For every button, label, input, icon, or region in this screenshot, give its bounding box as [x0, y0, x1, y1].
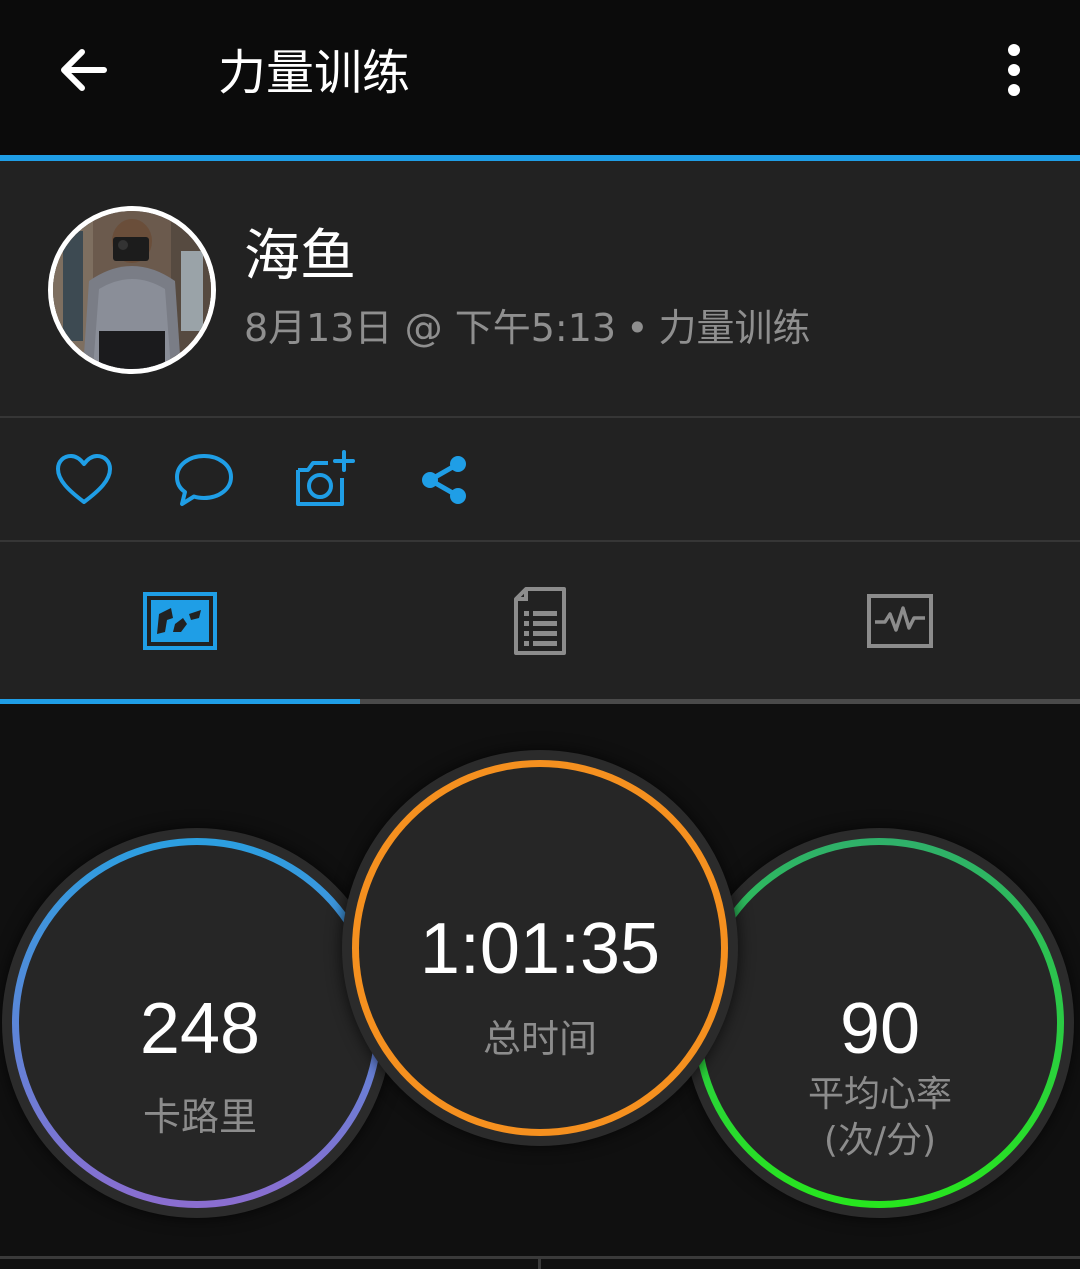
avatar-photo	[53, 211, 211, 369]
activity-date: 8月13日	[244, 306, 393, 350]
action-row	[0, 418, 1080, 540]
avg-hr-unit: (次/分)	[823, 1120, 937, 1161]
calories-label: 卡路里	[142, 1095, 257, 1139]
overview-icon	[143, 591, 217, 650]
avatar[interactable]	[48, 206, 216, 374]
like-button[interactable]	[48, 444, 120, 516]
user-name[interactable]: 海鱼	[244, 222, 356, 292]
details-list-icon	[514, 586, 566, 655]
activity-type: 力量训练	[658, 306, 811, 350]
heart-icon	[56, 454, 112, 504]
tab-charts[interactable]	[720, 542, 1080, 699]
tab-overview[interactable]	[0, 542, 360, 699]
arrow-left-icon	[61, 49, 107, 91]
share-button[interactable]	[408, 444, 480, 516]
divider-tick	[538, 1256, 541, 1269]
more-options-button[interactable]	[984, 30, 1044, 110]
total-time-value: 1:01:35	[419, 909, 661, 989]
app-bar	[0, 0, 1080, 155]
add-photo-button[interactable]	[288, 444, 360, 516]
calories-value: 248	[139, 989, 261, 1069]
avg-hr-label: 平均心率	[807, 1074, 952, 1115]
heart-rate-chart-icon	[867, 593, 933, 648]
avg-hr-value: 90	[839, 989, 921, 1069]
total-time-label: 总时间	[482, 1017, 597, 1061]
activity-meta: 8月13日 @ 下午5:13 • 力量训练	[244, 303, 811, 353]
add-photo-icon	[296, 450, 355, 506]
page-title: 力量训练	[218, 45, 411, 101]
at-symbol: @	[404, 306, 443, 350]
share-icon	[422, 456, 466, 504]
tab-details[interactable]	[360, 542, 720, 699]
comment-button[interactable]	[168, 444, 240, 516]
meta-separator: •	[626, 306, 649, 350]
activity-time: 下午5:13	[454, 306, 617, 350]
comment-icon	[175, 454, 233, 506]
more-vertical-icon	[1008, 44, 1020, 96]
back-button[interactable]	[44, 30, 124, 110]
